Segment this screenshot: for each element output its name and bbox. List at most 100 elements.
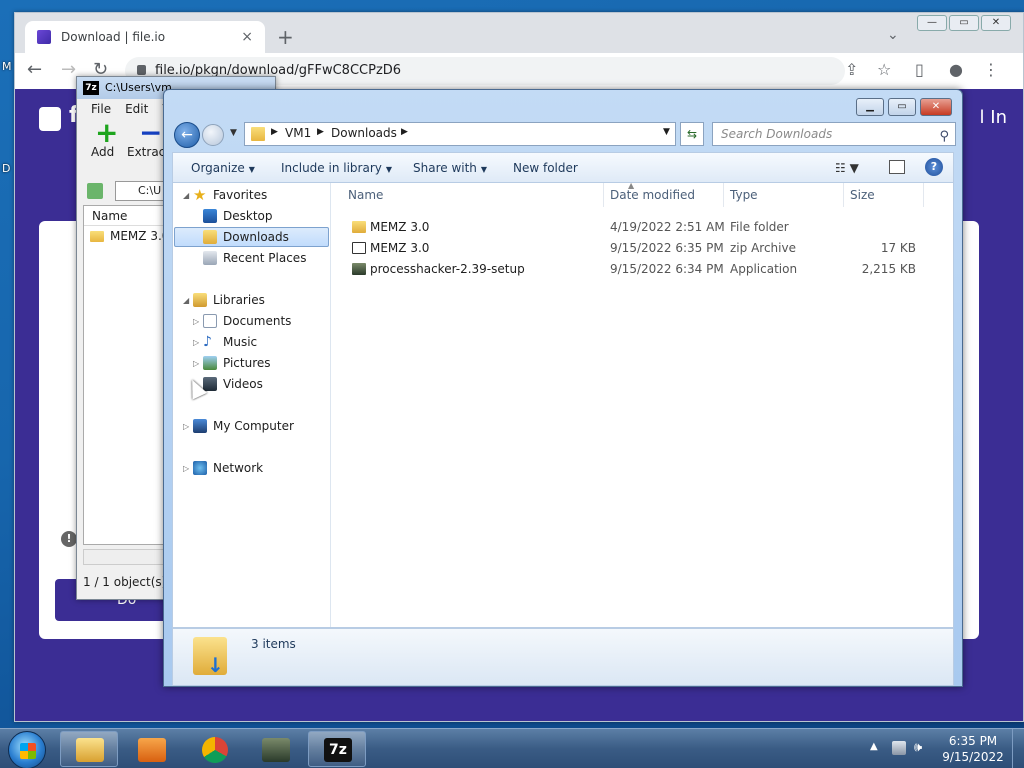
add-button-label[interactable]: Add (91, 145, 114, 159)
expand-arrow-icon[interactable]: ▷ (183, 458, 189, 479)
downloads-folder-large-icon: ↓ (193, 637, 227, 677)
expand-arrow-icon[interactable]: ◢ (183, 185, 189, 206)
expand-arrow-icon[interactable]: ▷ (193, 332, 199, 353)
volume-icon[interactable]: 🕪 (914, 741, 928, 755)
search-icon[interactable]: ⚲ (939, 126, 949, 148)
nav-my-computer[interactable]: ▷ My Computer (173, 416, 323, 437)
folder-icon (352, 221, 366, 233)
nav-network[interactable]: ▷ Network (173, 458, 323, 479)
explorer-command-bar: Organize ▼ Include in library ▼ Share with… (172, 152, 954, 182)
change-view-icon[interactable]: ☷ ▼ (835, 161, 859, 175)
extract-minus-icon[interactable]: − (139, 119, 162, 147)
chrome-minimize-button[interactable]: — (917, 15, 947, 31)
include-in-library-button[interactable]: Include in library ▼ (281, 161, 392, 175)
taskbar-7zip-button[interactable]: 7z (308, 731, 366, 767)
clock-date: 9/15/2022 (942, 750, 1004, 764)
forward-button[interactable] (202, 124, 224, 146)
sevenzip-app-icon: 7z (83, 81, 99, 95)
pictures-icon (203, 356, 217, 370)
libraries-icon (193, 293, 207, 307)
recent-pages-dropdown-icon[interactable]: ▼ (230, 128, 237, 138)
column-header-name[interactable]: Name (332, 183, 604, 207)
breadcrumb-arrow-icon[interactable]: ▶ (271, 127, 278, 137)
column-header-type[interactable]: Type (724, 183, 844, 207)
network-tray-icon[interactable] (892, 741, 906, 755)
breadcrumb-arrow-icon[interactable]: ▶ (317, 127, 324, 137)
expand-arrow-icon[interactable]: ◢ (183, 290, 189, 311)
taskbar-process-hacker-button[interactable] (246, 731, 304, 767)
refresh-icon[interactable]: ⇆ (680, 122, 704, 146)
navigation-pane: ◢ ★ Favorites Desktop Downloads Recent P… (173, 183, 331, 627)
new-tab-button[interactable]: + (277, 25, 294, 49)
column-header-date[interactable]: Date modified (604, 183, 724, 207)
sevenzip-title: C:\Users\vm (105, 81, 172, 94)
system-clock[interactable]: 6:35 PM 9/15/2022 (940, 733, 1006, 765)
chrome-maximize-button[interactable]: ▭ (949, 15, 979, 31)
tab-search-chevron-icon[interactable]: ⌄ (887, 27, 899, 43)
table-row[interactable]: MEMZ 3.0 9/15/2022 6:35 PM zip Archive 1… (332, 238, 953, 259)
chrome-tab[interactable]: Download | file.io × (25, 21, 265, 53)
taskbar-chrome-button[interactable] (184, 731, 242, 767)
download-arrow-icon: ↓ (207, 653, 224, 677)
help-icon[interactable]: ? (925, 158, 943, 176)
desktop-icon (203, 209, 217, 223)
up-folder-icon[interactable] (87, 183, 103, 199)
back-button[interactable]: ← (174, 122, 200, 148)
organize-button[interactable]: Organize ▼ (191, 161, 255, 175)
table-row[interactable]: MEMZ 3.0 4/19/2022 2:51 AM File folder (332, 217, 953, 238)
breadcrumb-vm1[interactable]: VM1 (285, 126, 311, 140)
side-panel-icon[interactable]: ▯ (915, 60, 924, 79)
computer-icon (193, 419, 207, 433)
details-pane: ↓ 3 items (172, 628, 954, 686)
column-header-size[interactable]: Size (844, 183, 924, 207)
add-plus-icon[interactable]: + (95, 119, 118, 147)
nav-recent-places[interactable]: Recent Places (173, 248, 323, 269)
breadcrumb-dropdown-icon[interactable]: ▼ (663, 127, 670, 137)
show-desktop-button[interactable] (1012, 729, 1024, 768)
preview-pane-icon[interactable] (889, 160, 905, 174)
taskbar-media-player-button[interactable] (122, 731, 180, 767)
expand-arrow-icon[interactable]: ▷ (183, 416, 189, 437)
table-row[interactable]: processhacker-2.39-setup 9/15/2022 6:34 … (332, 259, 953, 280)
tab-close-icon[interactable]: × (241, 29, 253, 45)
expand-arrow-icon[interactable]: ▷ (193, 311, 199, 332)
app-icon (352, 263, 366, 275)
nav-documents[interactable]: ▷ Documents (173, 311, 323, 332)
show-hidden-icons-icon[interactable]: ▲ (870, 741, 878, 752)
profile-avatar-icon[interactable]: ● (949, 60, 963, 79)
menu-kebab-icon[interactable]: ⋮ (983, 60, 999, 79)
nav-downloads[interactable]: Downloads (173, 227, 323, 248)
nav-libraries[interactable]: ◢ Libraries (173, 290, 323, 311)
chrome-tab-strip: Download | file.io × + ⌄ — ▭ ✕ (15, 13, 1023, 53)
nav-pictures[interactable]: ▷ Pictures (173, 353, 323, 374)
new-folder-button[interactable]: New folder (513, 161, 578, 175)
folder-icon (90, 231, 104, 242)
sevenzip-path-text: C:\U (138, 184, 162, 197)
explorer-folder-icon (76, 738, 104, 762)
nav-favorites[interactable]: ◢ ★ Favorites (173, 185, 323, 206)
recent-places-icon (203, 251, 217, 265)
expand-arrow-icon[interactable]: ▷ (193, 353, 199, 374)
explorer-minimize-button[interactable]: ▁ (856, 98, 884, 116)
sevenzip-taskbar-icon: 7z (324, 738, 352, 762)
bookmark-star-icon[interactable]: ☆ (877, 60, 891, 79)
breadcrumb-downloads[interactable]: Downloads (331, 126, 397, 140)
taskbar-explorer-button[interactable] (60, 731, 118, 767)
share-with-button[interactable]: Share with ▼ (413, 161, 487, 175)
breadcrumb[interactable]: ▶ VM1 ▶ Downloads ▶ ▼ (244, 122, 676, 146)
explorer-close-button[interactable]: ✕ (920, 98, 952, 116)
process-hacker-icon (262, 738, 290, 762)
chrome-close-button[interactable]: ✕ (981, 15, 1011, 31)
nav-music[interactable]: ▷ ♪ Music (173, 332, 323, 353)
explorer-maximize-button[interactable]: ▭ (888, 98, 916, 116)
search-input[interactable]: Search Downloads ⚲ (712, 122, 956, 146)
breadcrumb-arrow-icon[interactable]: ▶ (401, 127, 408, 137)
start-button[interactable] (8, 731, 46, 768)
forward-arrow-icon[interactable]: → (61, 59, 76, 80)
nav-desktop[interactable]: Desktop (173, 206, 323, 227)
sign-in-link[interactable]: l In (980, 107, 1007, 128)
file-list: Name ▲ Date modified Type Size MEMZ 3.0 … (332, 181, 953, 627)
back-arrow-icon[interactable]: ← (27, 59, 42, 80)
share-icon[interactable]: ⇪ (845, 60, 858, 79)
zip-icon (352, 242, 366, 254)
